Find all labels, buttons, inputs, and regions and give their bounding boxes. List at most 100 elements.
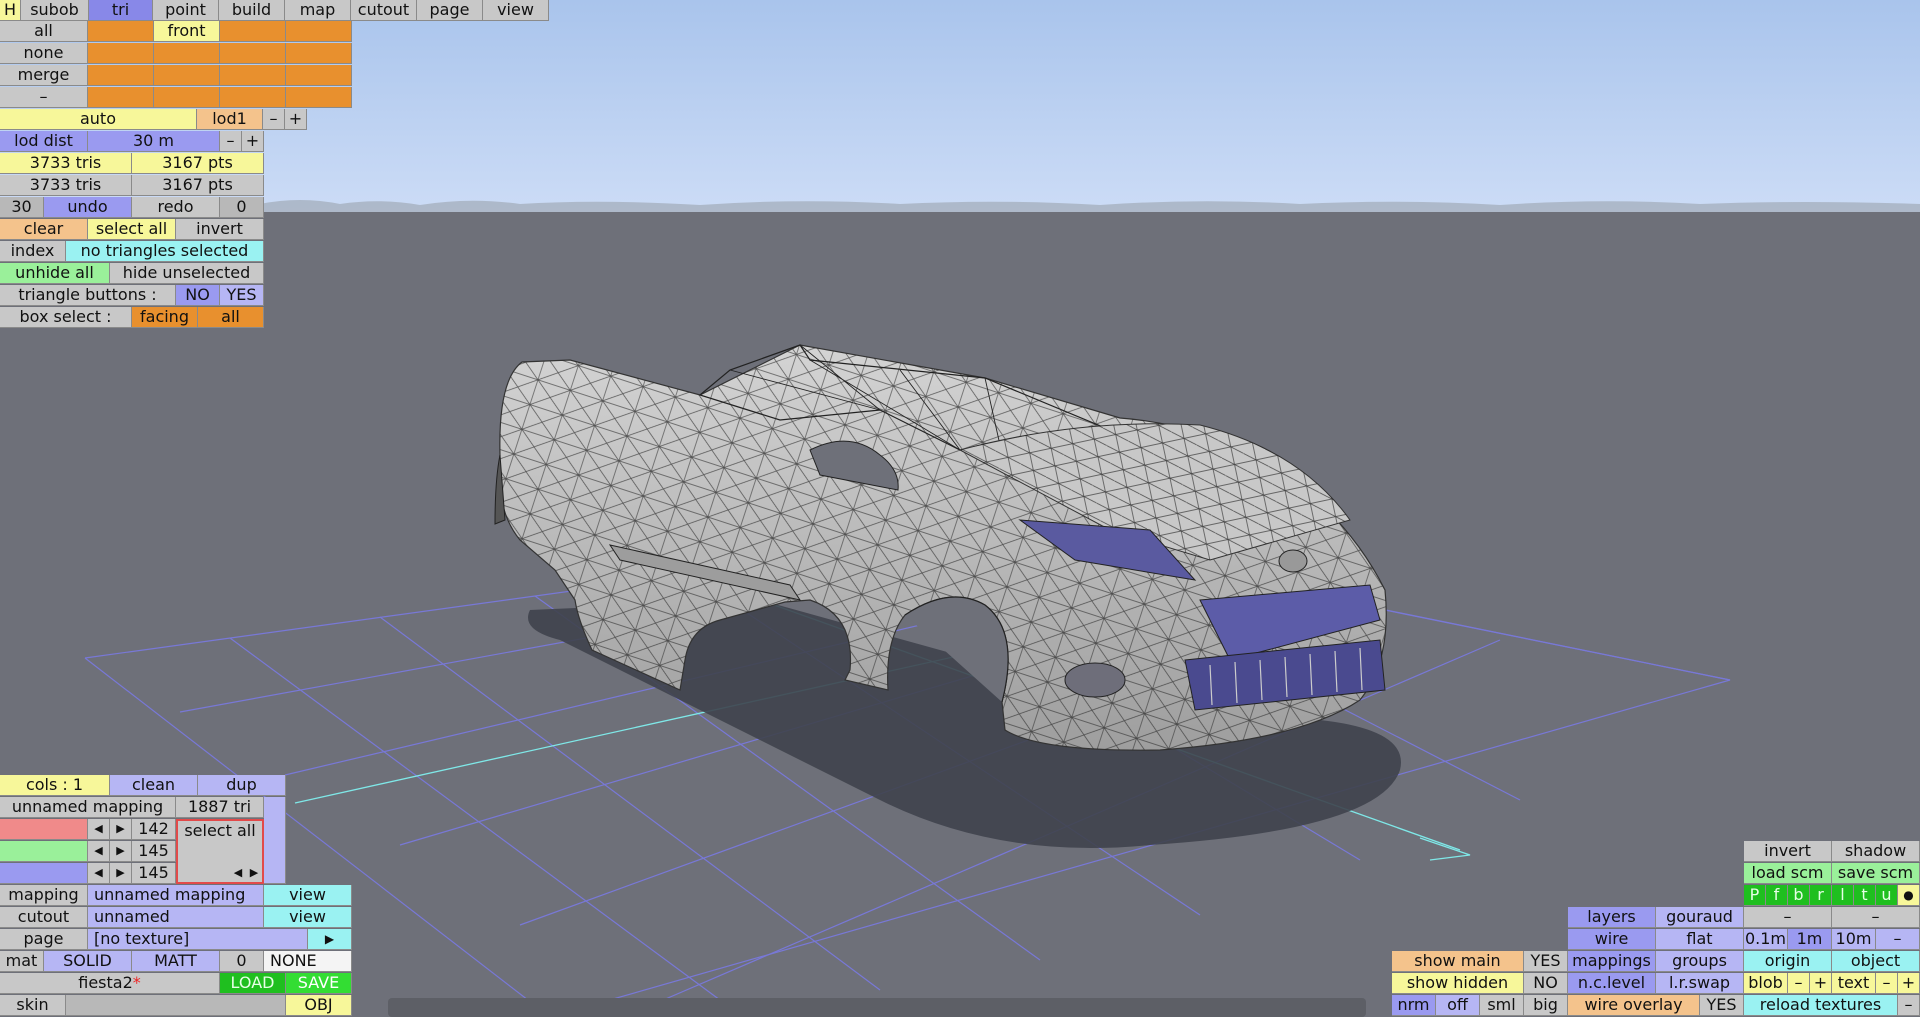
save-scm-button[interactable]: save scm [1832, 863, 1920, 884]
clean-button[interactable]: clean [110, 775, 198, 796]
grid-dash-button[interactable]: – [1876, 929, 1920, 950]
box-select-all[interactable]: all [198, 307, 264, 328]
view-invert-button[interactable]: invert [1744, 841, 1832, 862]
reload-textures-button[interactable]: reload textures [1744, 995, 1898, 1016]
view-back-button[interactable]: b [1788, 885, 1810, 906]
lod1-button[interactable]: lod1 [197, 109, 263, 130]
normals-small-button[interactable]: sml [1480, 995, 1524, 1016]
blob-minus-button[interactable]: – [1788, 973, 1810, 994]
3d-viewport[interactable] [0, 0, 1920, 1017]
green-channel-slider[interactable] [0, 841, 88, 862]
green-increase-icon[interactable]: ▶ [110, 841, 132, 862]
mapping-scrollbar[interactable] [264, 797, 286, 884]
cutout-value[interactable]: unnamed [88, 907, 264, 928]
grid-0-1m-button[interactable]: 0.1m [1744, 929, 1788, 950]
grid-cell[interactable] [286, 87, 352, 108]
grid-cell[interactable] [154, 87, 220, 108]
grid-cell[interactable] [220, 87, 286, 108]
hide-unselected-button[interactable]: hide unselected [110, 263, 264, 284]
merge-button[interactable]: merge [0, 65, 88, 86]
blue-increase-icon[interactable]: ▶ [110, 863, 132, 884]
select-all-button[interactable]: select all [88, 219, 176, 240]
text-minus-button[interactable]: – [1876, 973, 1898, 994]
tab-map[interactable]: map [285, 0, 351, 21]
tab-page[interactable]: page [417, 0, 483, 21]
tab-build[interactable]: build [219, 0, 285, 21]
normals-big-button[interactable]: big [1524, 995, 1568, 1016]
grid-cell[interactable] [220, 43, 286, 64]
grid-cell[interactable] [88, 43, 154, 64]
show-hidden-button[interactable]: show hidden [1392, 973, 1524, 994]
view-front-button[interactable]: f [1766, 885, 1788, 906]
red-channel-slider[interactable] [0, 819, 88, 840]
cols-button[interactable]: cols : 1 [0, 775, 110, 796]
view-under-button[interactable]: u [1876, 885, 1898, 906]
show-main-value[interactable]: YES [1524, 951, 1568, 972]
clear-button[interactable]: clear [0, 219, 88, 240]
select-all-row-button[interactable]: all [0, 21, 88, 42]
tab-cutout[interactable]: cutout [351, 0, 417, 21]
blob-plus-button[interactable]: + [1810, 973, 1832, 994]
front-button[interactable]: front [154, 21, 220, 42]
text-button[interactable]: text [1832, 973, 1876, 994]
file-name[interactable]: fiesta2* [0, 973, 220, 994]
dot-icon[interactable]: ● [1898, 885, 1920, 906]
tab-tri[interactable]: tri [89, 0, 153, 21]
load-scm-button[interactable]: load scm [1744, 863, 1832, 884]
shadow-button[interactable]: shadow [1832, 841, 1920, 862]
mat-matt-button[interactable]: MATT [132, 951, 220, 972]
view-right-button[interactable]: r [1810, 885, 1832, 906]
text-plus-button[interactable]: + [1898, 973, 1920, 994]
object-button[interactable]: object [1832, 951, 1920, 972]
mappings-button[interactable]: mappings [1568, 951, 1656, 972]
redo-button[interactable]: redo [132, 197, 220, 218]
show-main-button[interactable]: show main [1392, 951, 1524, 972]
cutout-view-button[interactable]: view [264, 907, 352, 928]
mapping-view-button[interactable]: view [264, 885, 352, 906]
skin-button[interactable]: skin [0, 995, 66, 1016]
groups-button[interactable]: groups [1656, 951, 1744, 972]
grid-cell[interactable] [88, 21, 154, 42]
obj-button[interactable]: OBJ [286, 995, 352, 1016]
grid-cell[interactable] [220, 21, 286, 42]
show-hidden-value[interactable]: NO [1524, 973, 1568, 994]
lod-dist-minus-button[interactable]: – [220, 131, 242, 152]
h-toggle-button[interactable]: H [0, 0, 21, 21]
view-dash-button-1[interactable]: – [1744, 907, 1832, 928]
red-increase-icon[interactable]: ▶ [110, 819, 132, 840]
triangle-buttons-no[interactable]: NO [176, 285, 220, 306]
wire-overlay-value[interactable]: YES [1700, 995, 1744, 1016]
lod-dist-plus-button[interactable]: + [242, 131, 264, 152]
blue-decrease-icon[interactable]: ◀ [88, 863, 110, 884]
mapping-value[interactable]: unnamed mapping [88, 885, 264, 906]
index-button[interactable]: index [0, 241, 66, 262]
lod-plus-button[interactable]: + [285, 109, 307, 130]
origin-button[interactable]: origin [1744, 951, 1832, 972]
grid-cell[interactable] [88, 87, 154, 108]
mat-none-field[interactable]: NONE [264, 951, 352, 972]
grid-cell[interactable] [154, 65, 220, 86]
load-button[interactable]: LOAD [220, 973, 286, 994]
grid-cell[interactable] [88, 65, 154, 86]
viewport-scrollbar[interactable] [388, 998, 1366, 1017]
page-play-icon[interactable]: ▶ [308, 929, 352, 950]
flat-button[interactable]: flat [1656, 929, 1744, 950]
dash-button[interactable]: – [0, 87, 88, 108]
reload-dash-button[interactable]: – [1898, 995, 1920, 1016]
grid-10m-button[interactable]: 10m [1832, 929, 1876, 950]
mapping-next-icon[interactable]: ▶ [246, 865, 262, 882]
tab-point[interactable]: point [153, 0, 219, 21]
red-decrease-icon[interactable]: ◀ [88, 819, 110, 840]
save-button[interactable]: SAVE [286, 973, 352, 994]
blob-button[interactable]: blob [1744, 973, 1788, 994]
grid-cell[interactable] [220, 65, 286, 86]
triangle-buttons-yes[interactable]: YES [220, 285, 264, 306]
nc-level-button[interactable]: n.c.level [1568, 973, 1656, 994]
page-value[interactable]: [no texture] [88, 929, 308, 950]
gouraud-button[interactable]: gouraud [1656, 907, 1744, 928]
wire-button[interactable]: wire [1568, 929, 1656, 950]
lr-swap-button[interactable]: l.r.swap [1656, 973, 1744, 994]
view-left-button[interactable]: l [1832, 885, 1854, 906]
layers-button[interactable]: layers [1568, 907, 1656, 928]
grid-cell[interactable] [286, 65, 352, 86]
